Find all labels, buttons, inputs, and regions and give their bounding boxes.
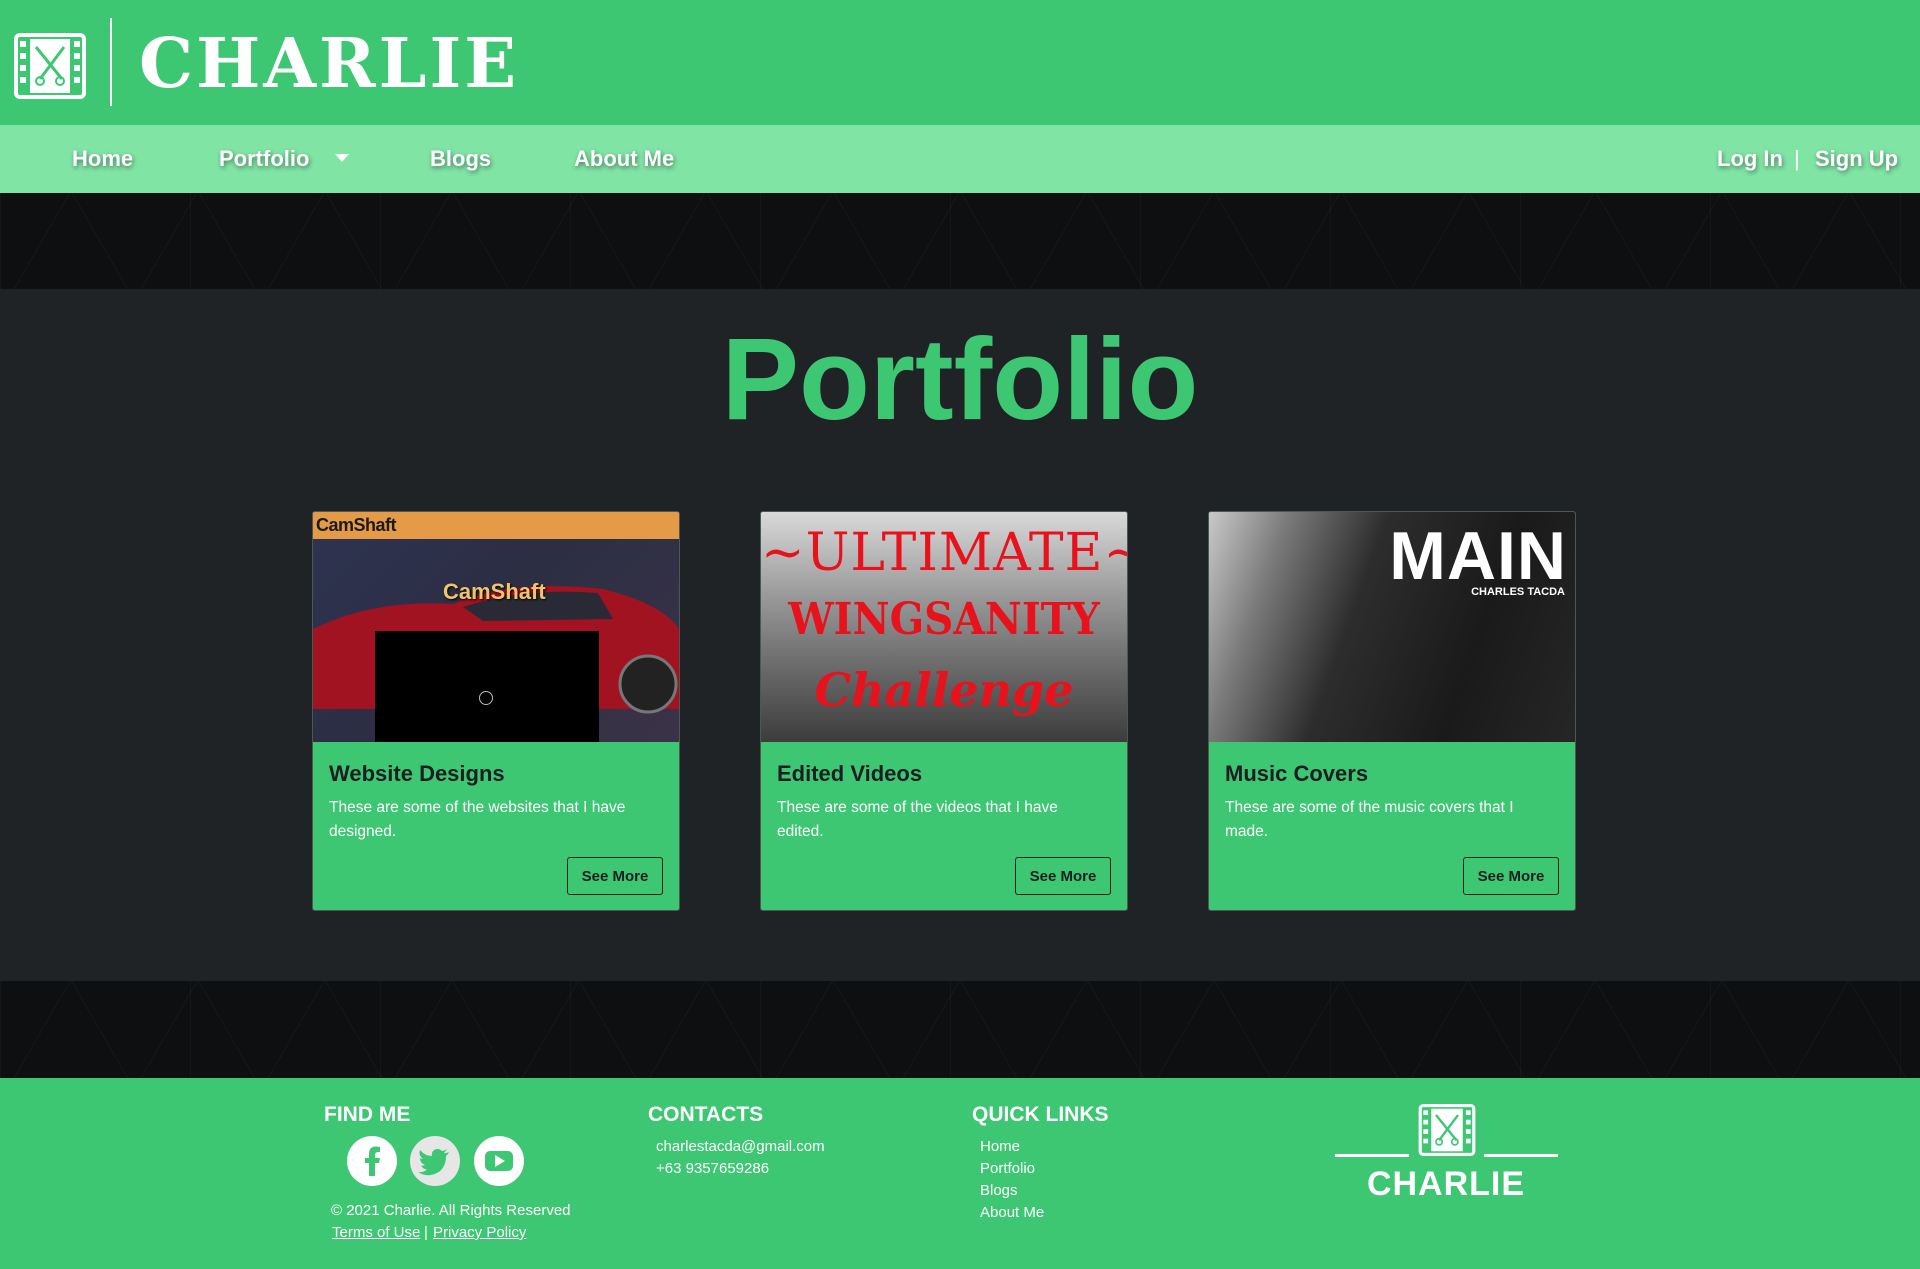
play-icon[interactable] xyxy=(479,691,493,705)
page-title: Portfolio xyxy=(721,314,1199,444)
main-nav: Home Portfolio Blogs About Me Log In | S… xyxy=(0,125,1920,193)
site-footer: FIND ME © 2021 Charlie. All Rights Reser… xyxy=(0,1078,1920,1269)
card-edited-videos: ~ULTIMATE~ WINGSANITY Challenge Edited V… xyxy=(760,511,1128,911)
card-thumbnail[interactable]: ~ULTIMATE~ WINGSANITY Challenge xyxy=(761,512,1127,742)
nav-home[interactable]: Home xyxy=(72,145,133,173)
thumbnail-text-wingsanity: WINGSANITY xyxy=(788,594,1100,645)
see-more-button[interactable]: See More xyxy=(1463,857,1559,895)
youtube-icon[interactable] xyxy=(474,1136,524,1186)
quick-link-portfolio[interactable]: Portfolio xyxy=(980,1158,1035,1180)
twitter-icon[interactable] xyxy=(410,1136,460,1186)
see-more-button[interactable]: See More xyxy=(567,857,663,895)
signup-link[interactable]: Sign Up xyxy=(1815,145,1898,173)
cover-artist-name: CHARLES TACDA xyxy=(1471,586,1565,598)
card-description: These are some of the websites that I ha… xyxy=(329,799,626,840)
thumbnail-text-ultimate: ~ULTIMATE~ xyxy=(761,523,1127,583)
film-scissors-icon[interactable] xyxy=(14,33,86,99)
nav-portfolio[interactable]: Portfolio xyxy=(219,145,309,173)
camshaft-overlay-logo: CamShaft xyxy=(443,579,546,604)
footer-logo-name[interactable]: CHARLIE xyxy=(1336,1164,1556,1204)
pattern-band-top xyxy=(0,193,1920,289)
contact-phone[interactable]: +63 9357659286 xyxy=(656,1158,769,1180)
privacy-policy-link[interactable]: Privacy Policy xyxy=(433,1222,526,1244)
card-music-covers: MAIN CHARLES TACDA Music Covers These ar… xyxy=(1208,511,1576,911)
card-title: Website Designs xyxy=(329,761,505,786)
see-more-button[interactable]: See More xyxy=(1015,857,1111,895)
pattern-band-bottom xyxy=(0,981,1920,1078)
login-link[interactable]: Log In xyxy=(1717,145,1783,173)
quick-links-heading: QUICK LINKS xyxy=(972,1103,1109,1126)
quick-link-blogs[interactable]: Blogs xyxy=(980,1180,1018,1202)
contacts-heading: CONTACTS xyxy=(648,1103,764,1126)
copyright-text: © 2021 Charlie. All Rights Reserved xyxy=(331,1202,571,1219)
card-title: Music Covers xyxy=(1225,761,1369,786)
brand-header: CHARLIE xyxy=(0,0,1920,125)
footer-logo-line-right xyxy=(1484,1154,1558,1157)
quick-link-about-me[interactable]: About Me xyxy=(980,1202,1044,1224)
nav-blogs[interactable]: Blogs xyxy=(430,145,491,173)
brand-divider xyxy=(110,18,112,106)
website-nav-strip: CamShaft xyxy=(313,512,679,539)
quick-link-home[interactable]: Home xyxy=(980,1136,1020,1158)
main-content: Portfolio CamShaft CamShaft Website Desi… xyxy=(0,289,1920,981)
nav-separator: | xyxy=(1794,146,1800,171)
card-website-designs: CamShaft CamShaft Website Designs These … xyxy=(312,511,680,911)
card-thumbnail[interactable]: CamShaft CamShaft xyxy=(313,512,679,742)
card-description: These are some of the music covers that … xyxy=(1225,799,1514,840)
find-me-heading: FIND ME xyxy=(324,1103,411,1126)
terms-of-use-link[interactable]: Terms of Use xyxy=(332,1222,420,1244)
nav-about-me[interactable]: About Me xyxy=(574,145,674,173)
brand-name[interactable]: CHARLIE xyxy=(139,24,519,104)
contact-email[interactable]: charlestacda@gmail.com xyxy=(656,1136,825,1158)
thumbnail-text-challenge: Challenge xyxy=(814,663,1074,717)
facebook-icon[interactable] xyxy=(347,1136,397,1186)
camshaft-logo: CamShaft xyxy=(316,515,397,535)
card-thumbnail[interactable]: MAIN CHARLES TACDA xyxy=(1209,512,1575,742)
cover-title-main: MAIN xyxy=(1389,518,1567,594)
caret-down-icon[interactable] xyxy=(335,154,349,162)
card-description: These are some of the videos that I have… xyxy=(777,799,1058,840)
website-hero-image: CamShaft xyxy=(313,539,679,742)
footer-link-separator: | xyxy=(424,1224,428,1241)
film-scissors-icon[interactable] xyxy=(1417,1104,1477,1156)
card-title: Edited Videos xyxy=(777,761,923,786)
footer-logo-line-left xyxy=(1335,1154,1409,1157)
video-player[interactable] xyxy=(375,631,599,742)
